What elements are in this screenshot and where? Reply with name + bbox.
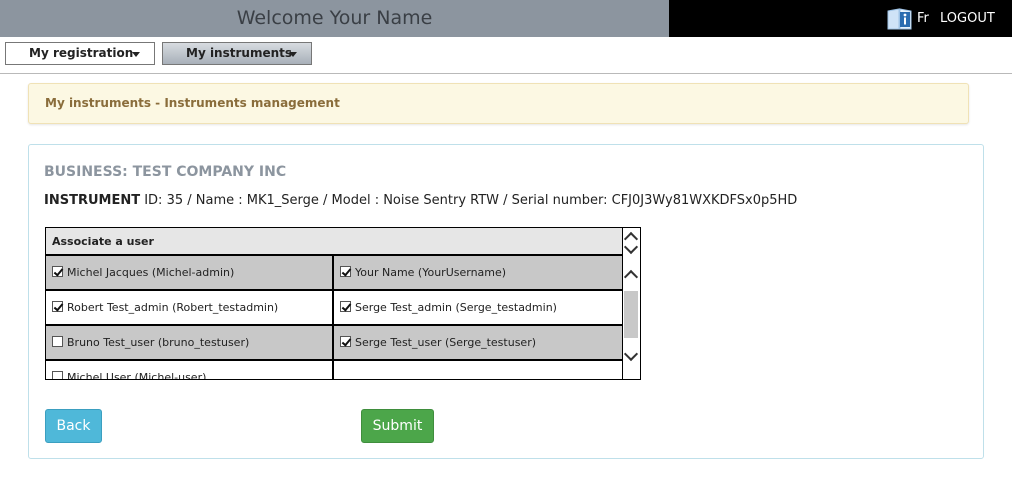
- scrollbar-thumb[interactable]: [624, 291, 638, 338]
- my-instruments-label: My instruments: [186, 46, 293, 60]
- associate-user-table: Associate a user Michel Jacques (Michel-…: [45, 227, 641, 380]
- user-label: Michel User (Michel-user): [67, 371, 207, 380]
- instrument-details: ID: 35 / Name : MK1_Serge / Model : Nois…: [140, 193, 798, 208]
- user-label: Your Name (YourUsername): [355, 266, 507, 279]
- book-info-icon[interactable]: [887, 7, 912, 31]
- user-cell[interactable]: Michel Jacques (Michel-admin): [46, 256, 334, 289]
- table-row: Michel Jacques (Michel-admin) Your Name …: [46, 256, 622, 291]
- welcome-banner: Welcome Your Name: [0, 0, 669, 37]
- chevron-down-icon: [132, 52, 140, 57]
- user-cell[interactable]: Bruno Test_user (bruno_testuser): [46, 326, 334, 359]
- table-row: Michel User (Michel-user): [46, 361, 622, 380]
- user-cell[interactable]: Michel User (Michel-user): [46, 361, 334, 380]
- header-scrollbar[interactable]: [622, 228, 640, 256]
- table-row: Bruno Test_user (bruno_testuser) Serge T…: [46, 326, 622, 361]
- submit-button[interactable]: Submit: [361, 409, 434, 443]
- user-cell[interactable]: Robert Test_admin (Robert_testadmin): [46, 291, 334, 324]
- table-row: Robert Test_admin (Robert_testadmin) Ser…: [46, 291, 622, 326]
- top-bar: Welcome Your Name Fr LOGOUT: [0, 0, 1012, 37]
- user-label: Bruno Test_user (bruno_testuser): [67, 336, 250, 349]
- chevron-down-icon: [289, 52, 297, 57]
- user-label: Robert Test_admin (Robert_testadmin): [67, 301, 279, 314]
- chevron-down-icon[interactable]: [623, 346, 639, 362]
- user-cell[interactable]: [334, 361, 622, 379]
- my-registration-menu[interactable]: My registration: [5, 42, 155, 65]
- my-registration-label: My registration: [29, 46, 134, 60]
- logout-link[interactable]: LOGOUT: [940, 0, 995, 37]
- user-label: Serge Test_user (Serge_testuser): [355, 336, 537, 349]
- table-header: Associate a user: [46, 228, 622, 256]
- welcome-text: Welcome Your Name: [236, 7, 433, 29]
- user-checkbox[interactable]: [52, 371, 63, 379]
- back-button[interactable]: Back: [45, 409, 102, 443]
- chevron-up-icon[interactable]: [623, 269, 639, 285]
- user-bar: Fr LOGOUT: [669, 0, 1012, 37]
- user-rows: Michel Jacques (Michel-admin) Your Name …: [46, 256, 622, 380]
- business-title: BUSINESS: TEST COMPANY INC: [44, 164, 287, 180]
- user-checkbox[interactable]: [52, 266, 63, 277]
- menu-bar: My registration My instruments: [0, 37, 1012, 74]
- user-checkbox[interactable]: [52, 301, 63, 312]
- user-cell[interactable]: Your Name (YourUsername): [334, 256, 622, 289]
- my-instruments-menu[interactable]: My instruments: [162, 42, 312, 65]
- instrument-panel: BUSINESS: TEST COMPANY INC INSTRUMENT ID…: [28, 144, 984, 459]
- table-scrollbar[interactable]: [622, 256, 640, 379]
- user-cell[interactable]: Serge Test_user (Serge_testuser): [334, 326, 622, 359]
- user-checkbox[interactable]: [340, 336, 351, 347]
- user-checkbox[interactable]: [340, 301, 351, 312]
- user-cell[interactable]: Serge Test_admin (Serge_testadmin): [334, 291, 622, 324]
- user-label: Serge Test_admin (Serge_testadmin): [355, 301, 557, 314]
- breadcrumb: My instruments - Instruments management: [28, 83, 969, 124]
- user-label: Michel Jacques (Michel-admin): [67, 266, 235, 279]
- instrument-info: INSTRUMENT ID: 35 / Name : MK1_Serge / M…: [44, 193, 797, 208]
- user-checkbox[interactable]: [52, 336, 63, 347]
- user-checkbox[interactable]: [340, 266, 351, 277]
- instrument-label: INSTRUMENT: [44, 193, 141, 208]
- language-switch-link[interactable]: Fr: [917, 0, 929, 37]
